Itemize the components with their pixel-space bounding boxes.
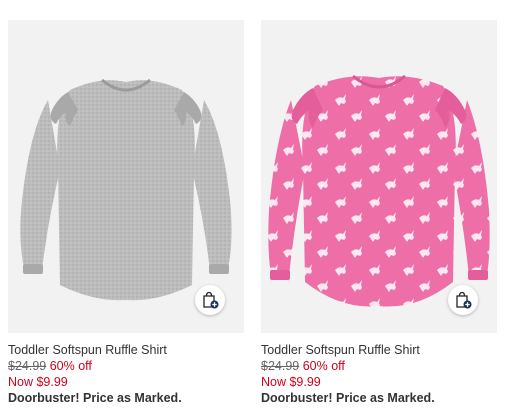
shopping-bag-add-icon	[456, 291, 472, 309]
product-info: Toddler Softspun Ruffle Shirt $24.99 60%…	[8, 333, 244, 406]
sale-price: Now $9.99	[8, 375, 68, 389]
price-line: $24.99 60% off	[8, 358, 244, 374]
discount-label: 60% off	[49, 359, 92, 373]
original-price: $24.99	[261, 359, 300, 373]
product-info: Toddler Softspun Ruffle Shirt $24.99 60%…	[261, 333, 497, 406]
original-price: $24.99	[8, 359, 47, 373]
add-to-bag-button[interactable]	[195, 285, 225, 315]
promo-text: Doorbuster! Price as Marked.	[8, 391, 182, 405]
product-card[interactable]: Toddler Softspun Ruffle Shirt $24.99 60%…	[261, 20, 497, 406]
product-image[interactable]	[8, 20, 244, 333]
product-title[interactable]: Toddler Softspun Ruffle Shirt	[8, 342, 244, 358]
promo-text: Doorbuster! Price as Marked.	[261, 391, 435, 405]
shopping-bag-add-icon	[203, 291, 219, 309]
product-image[interactable]	[261, 20, 497, 333]
sale-price: Now $9.99	[261, 375, 321, 389]
price-line: $24.99 60% off	[261, 358, 497, 374]
add-to-bag-button[interactable]	[448, 285, 478, 315]
product-title[interactable]: Toddler Softspun Ruffle Shirt	[261, 342, 497, 358]
product-card[interactable]: Toddler Softspun Ruffle Shirt $24.99 60%…	[8, 20, 244, 406]
discount-label: 60% off	[302, 359, 345, 373]
